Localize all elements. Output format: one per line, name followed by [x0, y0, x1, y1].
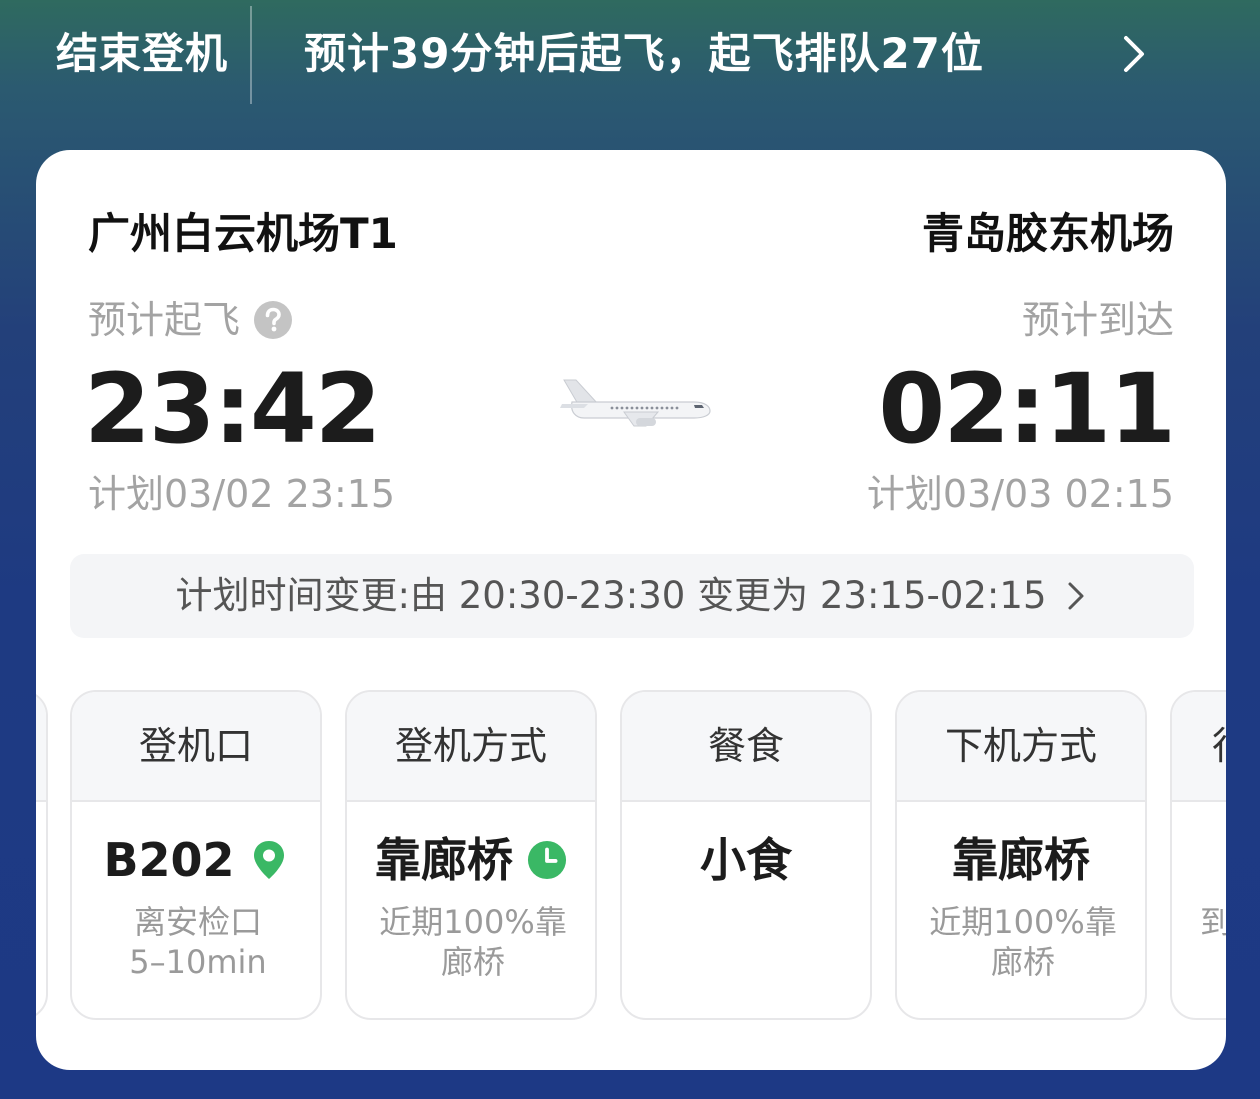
gate-number: B202: [103, 833, 235, 887]
tile-title: 下机方式: [897, 692, 1145, 802]
arrival-planned-time: 计划03/03 02:15: [866, 472, 1174, 516]
tile-boarding-method[interactable]: 登机方式 靠廊桥 近期100%靠 廊桥: [345, 690, 597, 1020]
chevron-right-icon[interactable]: [1114, 30, 1154, 78]
tile-title: 登机方式: [347, 692, 595, 802]
departure-airport: 广州白云机场T1: [88, 209, 398, 258]
tile-partial-left[interactable]: 5: [36, 690, 48, 1020]
schedule-change-text: 计划时间变更:由 20:30-23:30 变更为 23:15-02:15: [175, 574, 1047, 617]
chevron-right-icon: [1068, 582, 1084, 610]
deplaning-method: 靠廊桥: [952, 833, 1090, 887]
tile-value: 靠廊桥: [347, 832, 595, 888]
tile-title: 餐食: [622, 692, 870, 802]
tile-gate[interactable]: 登机口 B202 离安检口 5–10min: [70, 690, 322, 1020]
arrival-label: 预计到达: [1021, 298, 1174, 342]
schedule-change-notice[interactable]: 计划时间变更:由 20:30-23:30 变更为 23:15-02:15: [70, 554, 1194, 638]
tile-partial-right[interactable]: 行 到: [1170, 690, 1226, 1020]
tile-subtext: 近期100%靠 廊桥: [917, 902, 1129, 982]
departure-time: 23:42: [84, 353, 382, 465]
status-divider: [250, 6, 252, 104]
tile-subtext-line: 5–10min: [129, 943, 267, 981]
flight-status-bar[interactable]: 结束登机 预计39分钟后起飞，起飞排队27位: [0, 0, 1260, 108]
tile-value: B202: [72, 832, 320, 888]
tile-subtext-line: 廊桥: [440, 943, 505, 981]
arrival-time: 02:11: [878, 353, 1176, 465]
tile-subtext: 近期100%靠 廊桥: [367, 902, 579, 982]
tile-subtext-fragment: 到: [1200, 902, 1226, 942]
tile-value: 小食: [622, 832, 870, 888]
tile-meal[interactable]: 餐食 小食: [620, 690, 872, 1020]
tile-subtext: 离安检口 5–10min: [92, 902, 304, 982]
tile-title-fragment: 行: [1212, 692, 1226, 800]
tile-deplaning-method[interactable]: 下机方式 靠廊桥 近期100%靠 廊桥: [895, 690, 1147, 1020]
takeoff-queue-message: 预计39分钟后起飞，起飞排队27位: [304, 29, 984, 78]
tile-title: 登机口: [72, 692, 320, 802]
boarding-status: 结束登机: [56, 29, 229, 78]
flight-info-card: 广州白云机场T1 青岛胶东机场 预计起飞 预计到达 23:42 02:11 计划…: [36, 150, 1226, 1070]
departure-label: 预计起飞: [88, 296, 293, 344]
flight-detail-tiles[interactable]: 5 登机口 B202 离安检口 5–10min 登机方式 靠廊桥: [36, 690, 1226, 1022]
tile-subtext-line: 近期100%靠: [929, 903, 1117, 941]
tile-subtext-line: 廊桥: [990, 943, 1055, 981]
departure-planned-time: 计划03/02 23:15: [88, 472, 396, 516]
tile-subtext-line: 近期100%靠: [379, 903, 567, 941]
tile-header: [36, 692, 46, 802]
boarding-method: 靠廊桥: [375, 833, 513, 887]
tile-value: 靠廊桥: [897, 832, 1145, 888]
clock-icon: [527, 840, 567, 880]
help-icon[interactable]: [254, 301, 293, 339]
location-pin-icon: [253, 841, 284, 879]
departure-label-text: 预计起飞: [88, 298, 241, 342]
airplane-icon: [560, 379, 711, 427]
tile-subtext-line: 离安检口: [133, 903, 262, 941]
meal-type: 小食: [700, 833, 792, 887]
arrival-airport: 青岛胶东机场: [921, 209, 1174, 258]
